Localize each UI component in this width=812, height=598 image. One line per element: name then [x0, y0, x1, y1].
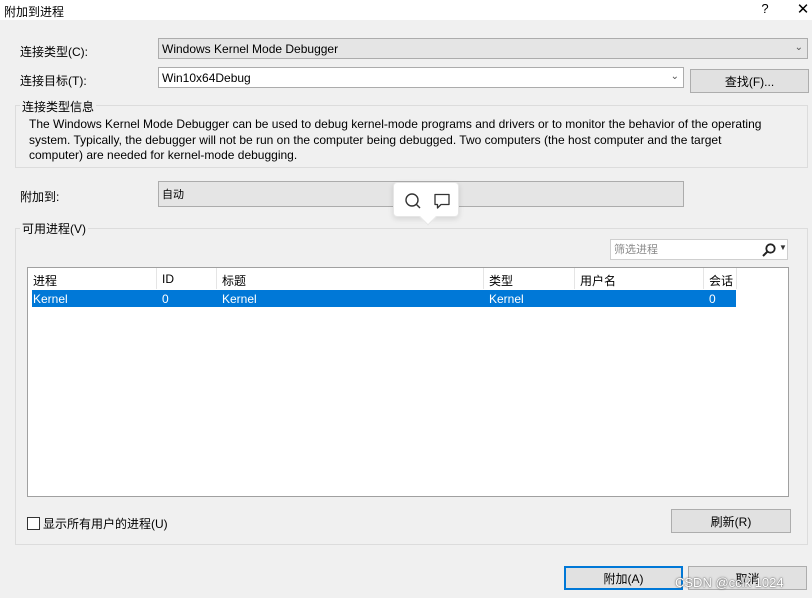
column-header-username[interactable]: 用户名: [575, 268, 704, 289]
cell-session: 0: [709, 292, 716, 306]
search-icon[interactable]: [761, 242, 777, 258]
processes-title: 可用进程(V): [20, 220, 88, 237]
connection-info-title: 连接类型信息: [20, 98, 97, 115]
filter-input[interactable]: [611, 240, 755, 259]
show-all-users-label: 显示所有用户的进程(U): [43, 517, 168, 531]
column-header-type[interactable]: 类型: [484, 268, 575, 289]
refresh-button[interactable]: 刷新(R): [671, 509, 791, 533]
checkbox-box[interactable]: [27, 517, 40, 530]
find-button[interactable]: 查找(F)...: [690, 69, 809, 93]
connection-info-text: The Windows Kernel Mode Debugger can be …: [29, 117, 762, 162]
column-header-id[interactable]: ID: [157, 268, 217, 289]
connection-type-label: 连接类型(C):: [20, 45, 88, 59]
title-bar: 附加到进程 ? ✕: [0, 0, 812, 20]
filter-box: ▼: [610, 239, 788, 260]
attach-button[interactable]: 附加(A): [564, 566, 683, 590]
filter-options-dropdown-icon[interactable]: ▼: [779, 243, 787, 252]
cell-id: 0: [162, 292, 169, 306]
column-header-process[interactable]: 进程: [28, 268, 157, 289]
connection-target-label: 连接目标(T):: [20, 74, 87, 88]
process-list[interactable]: 进程 ID 标题 类型 用户名 会话 Kernel 0 Kernel Kerne…: [27, 267, 789, 497]
cell-type: Kernel: [489, 292, 524, 306]
chevron-down-icon: ⌄: [670, 71, 679, 82]
column-header-session[interactable]: 会话: [704, 268, 737, 289]
connection-target-value: Win10x64Debug: [162, 71, 251, 85]
process-list-header: 进程 ID 标题 类型 用户名 会话: [28, 268, 788, 289]
cell-title: Kernel: [222, 292, 257, 306]
search-icon[interactable]: [403, 191, 423, 211]
connection-type-dropdown[interactable]: Windows Kernel Mode Debugger ⌄: [158, 38, 808, 59]
cell-process: Kernel: [33, 292, 68, 306]
connection-type-value: Windows Kernel Mode Debugger: [162, 42, 339, 56]
watermark: CSDN @cclk 1024: [675, 575, 784, 590]
floating-toolbar: [393, 182, 459, 226]
table-row[interactable]: Kernel 0 Kernel Kernel 0: [32, 290, 736, 307]
comment-icon[interactable]: [432, 191, 452, 211]
close-button[interactable]: ✕: [795, 0, 811, 18]
attach-to-value: 自动: [162, 189, 184, 201]
connection-target-combobox[interactable]: Win10x64Debug ⌄: [158, 67, 684, 88]
popup-pointer: [419, 208, 437, 226]
chevron-down-icon: ⌄: [794, 42, 803, 53]
window-title: 附加到进程: [4, 5, 65, 19]
help-button[interactable]: ?: [757, 1, 773, 16]
column-header-title[interactable]: 标题: [217, 268, 484, 289]
attach-to-label: 附加到:: [20, 190, 60, 204]
show-all-users-checkbox[interactable]: 显示所有用户的进程(U): [27, 515, 168, 532]
